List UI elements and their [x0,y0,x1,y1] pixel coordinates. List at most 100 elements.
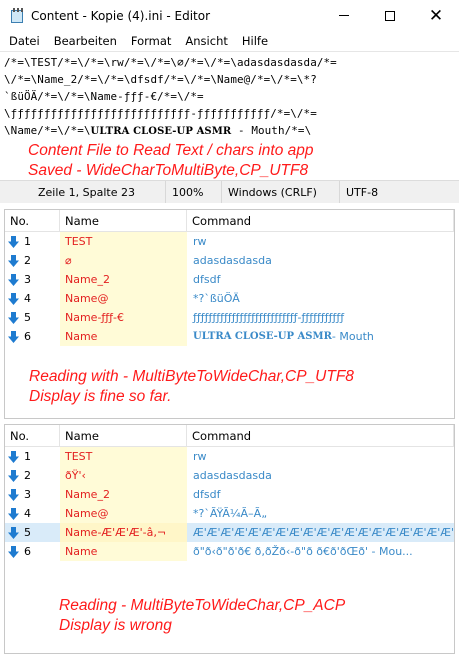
command-bold-text: ULTRA CLOSE-UP ASMR [193,331,332,342]
cell-name: Name [60,542,187,561]
cell-command: *?`ÃŸÃ¼Ã–Ã„ [187,504,454,523]
annotation-line: Saved - WideCharToMultiByte,CP_UTF8 [28,162,309,179]
cell-command: ƒƒƒƒƒƒƒƒƒƒƒƒƒƒƒƒƒƒƒƒƒƒƒƒƒƒƒ-ƒƒƒƒƒƒƒƒƒƒƒ [187,308,454,327]
arrow-down-icon [8,273,19,286]
editor-line: `ßüÖÄ/*=\/*=\Name-ƒƒƒ-€/*=\/*= [4,90,204,103]
minimize-icon [339,15,349,16]
menu-format[interactable]: Format [124,34,179,48]
cell-no: 1 [5,447,60,466]
arrow-down-icon [8,330,19,343]
cell-no: 2 [5,251,60,270]
column-header-no[interactable]: No. [5,210,60,232]
menu-bar: Datei Bearbeiten Format Ansicht Hilfe [0,31,459,51]
row-number: 5 [24,311,31,324]
annotation-line: Display is wrong [59,617,172,634]
command-text: rw [193,235,207,248]
annotation-line: Content File to Read Text / chars into a… [28,142,314,159]
status-line-ending: Windows (CRLF) [221,180,339,204]
cell-name: Name@ [60,504,187,523]
arrow-down-icon [8,545,19,558]
arrow-down-icon [8,235,19,248]
cell-command: *?`ßüÖÄ [187,289,454,308]
command-text: dfsdf [193,273,221,286]
arrow-down-icon [8,311,19,324]
column-header-name[interactable]: Name [60,210,187,232]
menu-ansicht[interactable]: Ansicht [178,34,234,48]
menu-hilfe[interactable]: Hilfe [235,34,275,48]
cell-command: Æ'Æ'Æ'Æ'Æ'Æ'Æ'Æ'Æ'Æ'Æ'Æ'Æ'Æ'Æ'Æ'Æ'Æ'Æ'Æ'… [187,523,454,542]
arrow-down-icon [8,292,19,305]
title-bar[interactable]: Content - Kopie (4).ini - Editor ✕ [0,0,459,31]
cell-name: Name_2 [60,270,187,289]
table-row[interactable]: 2 ðŸ'‹ adasdasdasda [5,466,454,485]
cell-no: 5 [5,523,60,542]
command-text: adasdasdasda [193,469,272,482]
arrow-down-icon [8,450,19,463]
notepad-icon [9,7,25,24]
minimize-button[interactable] [321,0,367,31]
arrow-down-icon [8,254,19,267]
table-row[interactable]: 6 Name ULTRA CLOSE-UP ASMR - Mouth [5,327,454,346]
maximize-icon [385,10,395,21]
table-row[interactable]: 5 Name-Æ'Æ'Æ'-â‚¬ Æ'Æ'Æ'Æ'Æ'Æ'Æ'Æ'Æ'Æ'Æ'Æ'… [5,523,454,542]
cell-name: Name [60,327,187,346]
status-bar: Zeile 1, Spalte 23 100% Windows (CRLF) U… [0,180,459,204]
command-text: ð"ð‹ð"ð'ð€ ð‚ðŽð‹-ð"ð ð€ð'ðŒð' - Mou... [193,545,413,558]
table-row[interactable]: 2 ⌀ adasdasdasda [5,251,454,270]
column-header-command[interactable]: Command [187,210,454,232]
editor-line-start: \Name/*=\/*=\ [4,124,91,137]
cell-no: 4 [5,289,60,308]
cell-name: TEST [60,447,187,466]
maximize-button[interactable] [367,0,413,31]
column-header-command[interactable]: Command [187,425,454,447]
cell-no: 4 [5,504,60,523]
cell-command: rw [187,232,454,251]
cell-command: dfsdf [187,270,454,289]
table-row[interactable]: 6 Name ð"ð‹ð"ð'ð€ ð‚ðŽð‹-ð"ð ð€ð'ðŒð' - Mo… [5,542,454,561]
cell-no: 6 [5,542,60,561]
arrow-down-icon [8,469,19,482]
menu-bearbeiten[interactable]: Bearbeiten [47,34,124,48]
cell-no: 3 [5,485,60,504]
column-header-name[interactable]: Name [60,425,187,447]
cell-no: 3 [5,270,60,289]
table-row[interactable]: 5 Name-ƒƒƒ-€ ƒƒƒƒƒƒƒƒƒƒƒƒƒƒƒƒƒƒƒƒƒƒƒƒƒƒƒ-ƒ… [5,308,454,327]
text-editor[interactable]: /*=\TEST/*=\/*=\rw/*=\/*=\⌀/*=\/*=\adasd… [0,51,459,180]
table-row[interactable]: 1 TEST rw [5,232,454,251]
table-row[interactable]: 3 Name_2 dfsdf [5,270,454,289]
cell-name: Name-ƒƒƒ-€ [60,308,187,327]
list-view-acp: No. Name Command 1 TEST rw 2 ðŸ'‹ adasdasdasd… [4,424,455,654]
table-row[interactable]: 4 Name@ *?`ßüÖÄ [5,289,454,308]
cell-name: TEST [60,232,187,251]
close-button[interactable]: ✕ [413,0,459,31]
row-number: 6 [24,545,31,558]
table-row[interactable]: 1 TEST rw [5,447,454,466]
table-row[interactable]: 4 Name@ *?`ÃŸÃ¼Ã–Ã„ [5,504,454,523]
command-text: dfsdf [193,488,221,501]
status-encoding: UTF-8 [339,180,459,204]
cell-command: ULTRA CLOSE-UP ASMR - Mouth [187,327,454,346]
cell-no: 5 [5,308,60,327]
window-title: Content - Kopie (4).ini - Editor [31,8,211,23]
column-header-no[interactable]: No. [5,425,60,447]
cell-name: ⌀ [60,251,187,270]
row-number: 2 [24,469,31,482]
annotation-line: Display is fine so far. [29,388,172,405]
table-row[interactable]: 3 Name_2 dfsdf [5,485,454,504]
row-number: 3 [24,273,31,286]
row-number: 2 [24,254,31,267]
command-text: adasdasdasda [193,254,272,267]
cell-command: dfsdf [187,485,454,504]
cell-no: 6 [5,327,60,346]
row-number: 6 [24,330,31,343]
menu-datei[interactable]: Datei [2,34,47,48]
command-text: ƒƒƒƒƒƒƒƒƒƒƒƒƒƒƒƒƒƒƒƒƒƒƒƒƒƒƒ-ƒƒƒƒƒƒƒƒƒƒƒ [193,311,345,324]
arrow-down-icon [8,526,19,539]
row-number: 1 [24,235,31,248]
arrow-down-icon [8,507,19,520]
cell-command: rw [187,447,454,466]
cell-name: Name-Æ'Æ'Æ'-â‚¬ [60,523,187,542]
arrow-down-icon [8,488,19,501]
command-text: rw [193,450,207,463]
cell-command: adasdasdasda [187,466,454,485]
